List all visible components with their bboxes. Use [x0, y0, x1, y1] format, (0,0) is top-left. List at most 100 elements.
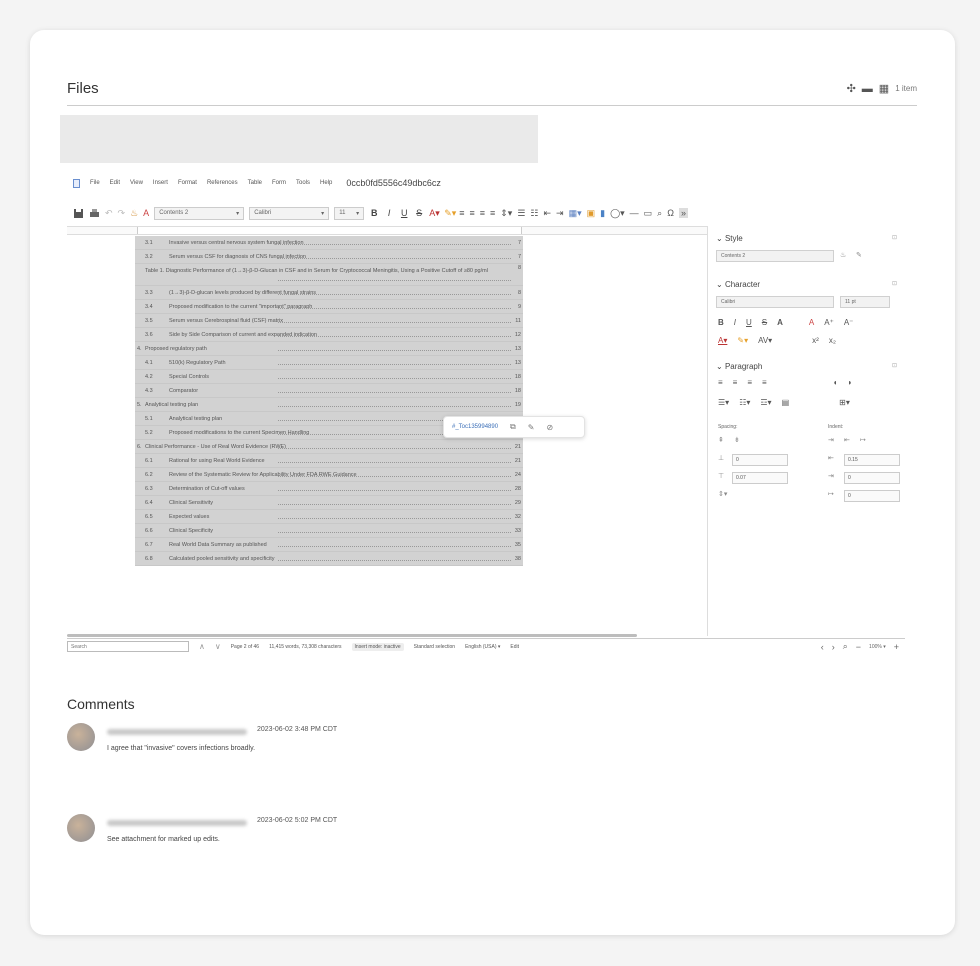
- sidebar-para-dialog-icon[interactable]: ⊞▾: [839, 398, 850, 407]
- indent-after-field[interactable]: 0: [844, 472, 900, 484]
- toc-entry[interactable]: 4. Proposed regulatory path 13: [135, 342, 523, 356]
- bullets-icon[interactable]: ☰: [517, 208, 525, 219]
- selection-mode[interactable]: Standard selection: [414, 644, 455, 650]
- character-more-icon[interactable]: ⊡: [892, 280, 897, 287]
- superscript-icon[interactable]: x²: [812, 336, 819, 345]
- ltr-icon[interactable]: ◖: [833, 378, 838, 387]
- paint-bucket-icon[interactable]: ♨: [130, 208, 138, 219]
- line-spacing-sidebar-icon[interactable]: ⇕▾: [718, 490, 727, 498]
- sidebar-outline-icon[interactable]: ☲▾: [760, 398, 771, 407]
- sidebar-spacing-icon[interactable]: AV▾: [758, 336, 772, 345]
- toc-entry[interactable]: 4.1 510(k) Regulatory Path 13: [135, 356, 523, 370]
- grow-font-icon[interactable]: A⁺: [824, 318, 834, 327]
- sidebar-bold-button[interactable]: B: [718, 318, 724, 327]
- line-spacing-icon[interactable]: ⇕▾: [500, 208, 512, 219]
- toc-entry[interactable]: 6. Clinical Performance - Use of Real Wor…: [135, 440, 523, 454]
- shape-icon[interactable]: ◯▾: [610, 208, 625, 219]
- document-area[interactable]: 3.1 Invasive versus central nervous syste…: [67, 236, 707, 636]
- update-style-icon[interactable]: ♨: [840, 251, 846, 259]
- paragraph-more-icon[interactable]: ⊡: [892, 362, 897, 369]
- save-icon[interactable]: [73, 208, 84, 219]
- toc-entry[interactable]: 4.2 Special Controls 18: [135, 370, 523, 384]
- menu-file[interactable]: File: [90, 180, 100, 186]
- sidebar-numbering-icon[interactable]: ☷▾: [739, 398, 750, 407]
- indent-before-field[interactable]: 0.15: [844, 454, 900, 466]
- horizontal-ruler[interactable]: [67, 226, 707, 235]
- toc-entry[interactable]: 6.3 Determination of Cut-off values 28: [135, 482, 523, 496]
- special-character-icon[interactable]: Ω: [667, 208, 674, 218]
- toc-entry[interactable]: 6.5 Expected values 32: [135, 510, 523, 524]
- menu-references[interactable]: References: [207, 180, 238, 186]
- spacing-below-field[interactable]: 0.07: [732, 472, 788, 484]
- sidebar-shadow-button[interactable]: A: [777, 318, 783, 327]
- zoom-in-icon[interactable]: +: [894, 642, 899, 652]
- sidebar-bullets-icon[interactable]: ☰▾: [718, 398, 729, 407]
- toc-entry[interactable]: 3.3 (1→3)-β-D-glucan levels produced by d…: [135, 286, 523, 300]
- align-right-icon[interactable]: ≡: [480, 208, 485, 218]
- prev-page-icon[interactable]: ‹: [821, 642, 824, 652]
- menu-form[interactable]: Form: [272, 180, 286, 186]
- style-more-icon[interactable]: ⊡: [892, 234, 897, 241]
- edit-mode[interactable]: Edit: [510, 644, 519, 650]
- bold-button[interactable]: B: [369, 208, 379, 218]
- chart-icon[interactable]: ▮: [600, 208, 605, 219]
- font-name-select[interactable]: Calibri ▾: [249, 206, 330, 220]
- print-icon[interactable]: [89, 208, 100, 219]
- menu-view[interactable]: View: [130, 180, 143, 186]
- rtl-icon[interactable]: ◗: [848, 378, 853, 387]
- sidebar-underline-button[interactable]: U: [746, 318, 752, 327]
- sidebar-justify-icon[interactable]: ≡: [762, 378, 767, 387]
- new-style-icon[interactable]: ✎: [856, 251, 862, 259]
- move-icon[interactable]: ✣: [847, 82, 856, 95]
- search-down-icon[interactable]: ∨: [215, 642, 221, 651]
- sidebar-clear-icon[interactable]: A: [809, 318, 814, 327]
- toc-entry[interactable]: 5. Analytical testing plan 19: [135, 398, 523, 412]
- search-up-icon[interactable]: ∧: [199, 642, 205, 651]
- language-select[interactable]: English (USA) ▾: [465, 644, 500, 650]
- highlight-button[interactable]: ✎▾: [444, 208, 456, 219]
- line-icon[interactable]: —: [630, 208, 639, 218]
- sidebar-italic-button[interactable]: I: [734, 318, 736, 327]
- edit-link-icon[interactable]: ✎: [528, 423, 535, 432]
- paragraph-section-title[interactable]: ⌄ Paragraph: [716, 362, 762, 371]
- toc-entry[interactable]: 6.6 Clinical Specificity 33: [135, 524, 523, 538]
- find-replace-icon[interactable]: ⌕: [657, 208, 662, 219]
- toc-entry[interactable]: 6.8 Calculated pooled sensitivity and spe…: [135, 552, 523, 566]
- next-page-icon[interactable]: ›: [832, 642, 835, 652]
- toc-entry[interactable]: Table 1. Diagnostic Performance of (1→3)…: [135, 264, 523, 286]
- toc-entry[interactable]: 3.5 Serum versus Cerebrospinal fluid (CSF…: [135, 314, 523, 328]
- toc-entry[interactable]: 3.6 Side by Side Comparison of current an…: [135, 328, 523, 342]
- indent-icon[interactable]: ⇥: [556, 208, 564, 219]
- style-section-title[interactable]: ⌄ Style: [716, 234, 743, 243]
- redo-icon[interactable]: ↷: [118, 208, 126, 219]
- zoom-level[interactable]: 100% ▾: [869, 644, 886, 650]
- horizontal-scrollbar[interactable]: [67, 634, 637, 637]
- menu-help[interactable]: Help: [320, 180, 332, 186]
- outdent-icon[interactable]: ⇤: [543, 208, 551, 219]
- toc-entry[interactable]: 4.3 Comparator 18: [135, 384, 523, 398]
- style-select[interactable]: Contents 2: [716, 250, 834, 262]
- insert-mode[interactable]: Insert mode: inactive: [351, 642, 404, 651]
- hanging-indent-icon[interactable]: ↦: [860, 436, 866, 444]
- spacing-above-field[interactable]: 0: [732, 454, 788, 466]
- toc-entry[interactable]: 3.2 Serum versus CSF for diagnosis of CNS…: [135, 250, 523, 264]
- toc-entry[interactable]: 6.2 Review of the Systematic Review for A…: [135, 468, 523, 482]
- increase-indent-icon[interactable]: ⇥: [828, 436, 834, 444]
- remove-link-icon[interactable]: ⊘: [546, 423, 553, 432]
- indent-first-field[interactable]: 0: [844, 490, 900, 502]
- toc-entry[interactable]: 3.1 Invasive versus central nervous syste…: [135, 236, 523, 250]
- grid-view-icon[interactable]: ▦: [879, 82, 889, 95]
- strikethrough-button[interactable]: S: [414, 208, 424, 218]
- justify-icon[interactable]: ≡: [490, 208, 495, 218]
- sidebar-align-center-icon[interactable]: ≡: [733, 378, 738, 387]
- hyperlink-target[interactable]: #_Toc135994890: [452, 424, 498, 430]
- toc-entry[interactable]: 3.4 Proposed modification to the current …: [135, 300, 523, 314]
- menu-edit[interactable]: Edit: [110, 180, 120, 186]
- comment-icon[interactable]: ▭: [644, 208, 653, 219]
- undo-icon[interactable]: ↶: [105, 208, 113, 219]
- image-icon[interactable]: ▣: [587, 208, 596, 219]
- font-color-button[interactable]: A▾: [429, 208, 440, 219]
- align-center-icon[interactable]: ≡: [469, 208, 474, 218]
- sidebar-size-select[interactable]: 11 pt: [840, 296, 890, 308]
- numbering-icon[interactable]: ☷: [530, 208, 538, 219]
